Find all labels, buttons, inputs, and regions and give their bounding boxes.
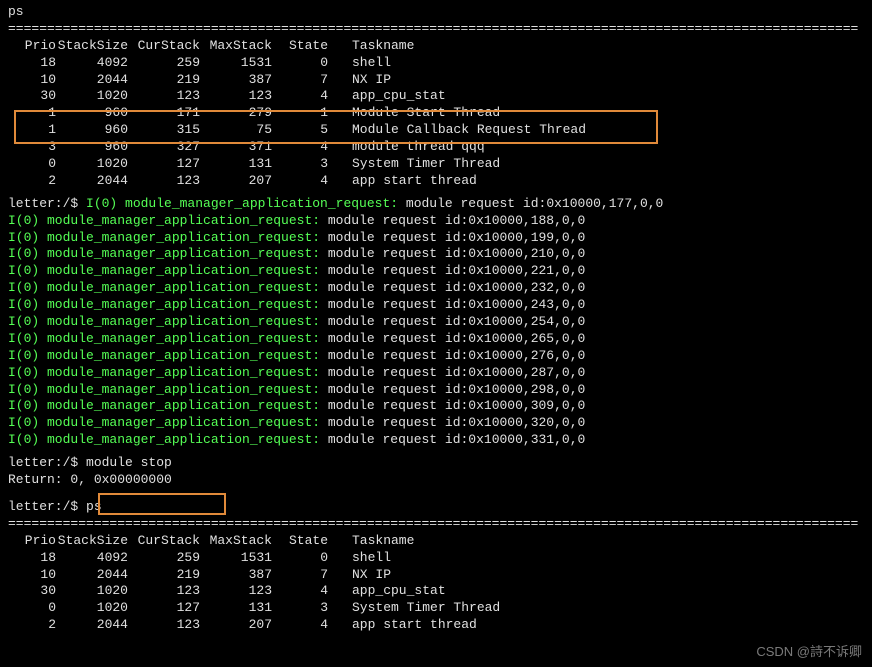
ps-table-2: Prio StackSize CurStack MaxStack State T… — [8, 533, 500, 634]
table-row: 1960315755Module Callback Request Thread — [8, 122, 586, 139]
ps-header-row: Prio StackSize CurStack MaxStack State T… — [8, 533, 500, 550]
ps-header-row: Prio StackSize CurStack MaxStack State T… — [8, 38, 586, 55]
table-row: 010201271313System Timer Thread — [8, 156, 586, 173]
log-line: I(0) module_manager_application_request:… — [8, 398, 864, 415]
log-line: I(0) module_manager_application_request:… — [8, 297, 864, 314]
log-line: I(0) module_manager_application_request:… — [8, 382, 864, 399]
log-line: I(0) module_manager_application_request:… — [8, 348, 864, 365]
col-prio: Prio — [8, 38, 56, 55]
log-line: I(0) module_manager_application_request:… — [8, 365, 864, 382]
log-line: I(0) module_manager_application_request:… — [8, 246, 864, 263]
log-line: I(0) module_manager_application_request:… — [8, 263, 864, 280]
table-row: 3010201231234app_cpu_stat — [8, 583, 500, 600]
log-line: I(0) module_manager_application_request:… — [8, 213, 864, 230]
table-row: 1020442193877NX IP — [8, 72, 586, 89]
cmd-echo-ps: ps — [8, 4, 864, 21]
table-row: 220441232074app start thread — [8, 173, 586, 190]
return-line: Return: 0, 0x00000000 — [8, 472, 864, 489]
log-line: I(0) module_manager_application_request:… — [8, 314, 864, 331]
divider: ========================================… — [8, 21, 864, 38]
log-line: I(0) module_manager_application_request:… — [8, 415, 864, 432]
table-row: 1020442193877NX IP — [8, 567, 500, 584]
watermark: CSDN @詩不诉卿 — [756, 644, 862, 661]
prompt-log-first: letter:/$ I(0) module_manager_applicatio… — [8, 196, 864, 213]
log-line: I(0) module_manager_application_request:… — [8, 230, 864, 247]
table-row: 18409225915310shell — [8, 55, 586, 72]
table-row: 39603273714module thread qqq — [8, 139, 586, 156]
prompt-module-stop[interactable]: letter:/$ module stop — [8, 455, 864, 472]
col-taskname: Taskname — [328, 38, 586, 55]
table-row: 220441232074app start thread — [8, 617, 500, 634]
prompt-ps-2[interactable]: letter:/$ ps — [8, 499, 864, 516]
col-maxstack: MaxStack — [200, 38, 272, 55]
log-line: I(0) module_manager_application_request:… — [8, 432, 864, 449]
table-row: 3010201231234app_cpu_stat — [8, 88, 586, 105]
table-row: 18409225915310shell — [8, 550, 500, 567]
col-stacksize: StackSize — [56, 38, 128, 55]
divider: ========================================… — [8, 516, 864, 533]
col-curstack: CurStack — [128, 38, 200, 55]
log-line: I(0) module_manager_application_request:… — [8, 280, 864, 297]
table-row: 010201271313System Timer Thread — [8, 600, 500, 617]
log-line: I(0) module_manager_application_request:… — [8, 331, 864, 348]
col-state: State — [272, 38, 328, 55]
ps-table-1: Prio StackSize CurStack MaxStack State T… — [8, 38, 586, 190]
table-row: 19601712791Module Start Thread — [8, 105, 586, 122]
